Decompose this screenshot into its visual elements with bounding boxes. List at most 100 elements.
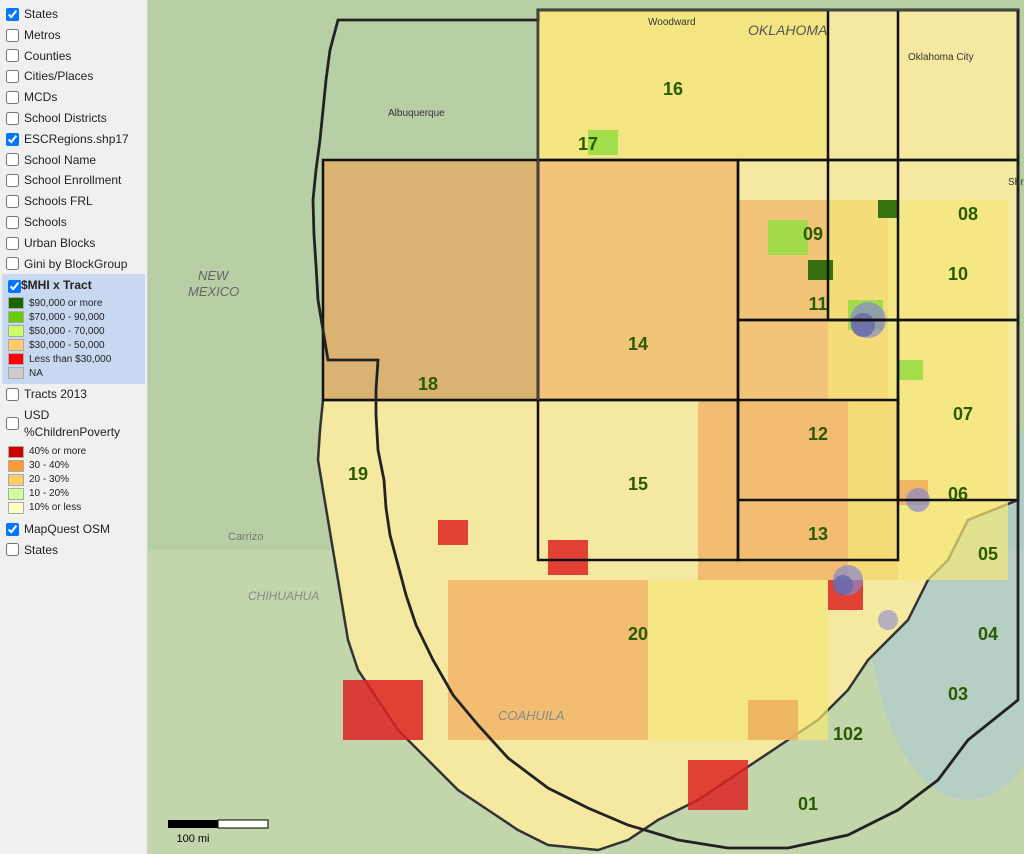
usd-color-swatch <box>8 488 24 500</box>
label-cities-places: Cities/Places <box>24 68 93 85</box>
label-urban-blocks: Urban Blocks <box>24 235 95 252</box>
legend-item-label: $90,000 or more <box>29 298 102 309</box>
checkbox-school-enrollment[interactable] <box>6 174 19 187</box>
mhi-tract-checkbox[interactable] <box>8 280 21 293</box>
usd-legend-label: 20 - 30% <box>29 474 69 485</box>
checkbox-states-top[interactable] <box>6 8 19 21</box>
checkbox-counties[interactable] <box>6 49 19 62</box>
layer-item-usd-children-poverty[interactable]: USD %ChildrenPoverty <box>2 405 145 443</box>
label-states-bottom: States <box>24 542 58 559</box>
usd-legend-label: 40% or more <box>29 446 86 457</box>
layer-item-states-bottom[interactable]: States <box>2 540 145 561</box>
layer-item-school-name[interactable]: School Name <box>2 150 145 171</box>
label-school-enrollment: School Enrollment <box>24 172 121 189</box>
checkbox-gini-blockgroup[interactable] <box>6 257 19 270</box>
label-mcds: MCDs <box>24 89 57 106</box>
label-school-districts: School Districts <box>24 110 107 127</box>
legend-item-label: NA <box>29 368 43 379</box>
svg-text:Oklahoma City: Oklahoma City <box>908 52 974 63</box>
svg-text:17: 17 <box>578 134 598 154</box>
checkbox-metros[interactable] <box>6 29 19 42</box>
legend-item-label: $30,000 - 50,000 <box>29 340 105 351</box>
layer-item-mcds[interactable]: MCDs <box>2 87 145 108</box>
mhi-legend-item: $30,000 - 50,000 <box>8 338 139 352</box>
svg-text:18: 18 <box>418 374 438 394</box>
checkbox-mapquest-osm[interactable] <box>6 523 19 536</box>
svg-text:12: 12 <box>808 424 828 444</box>
usd-legend-label: 10% or less <box>29 502 81 513</box>
svg-text:13: 13 <box>808 524 828 544</box>
usd-color-swatch <box>8 446 24 458</box>
legend-color-swatch <box>8 367 24 379</box>
legend-item-label: $70,000 - 90,000 <box>29 312 105 323</box>
svg-text:102: 102 <box>833 724 863 744</box>
layer-item-schools-frl[interactable]: Schools FRL <box>2 191 145 212</box>
checkbox-mcds[interactable] <box>6 91 19 104</box>
svg-text:CHIHUAHUA: CHIHUAHUA <box>248 589 319 603</box>
layer-item-gini-blockgroup[interactable]: Gini by BlockGroup <box>2 254 145 275</box>
legend-color-swatch <box>8 297 24 309</box>
svg-text:19: 19 <box>348 464 368 484</box>
layer-item-mapquest-osm[interactable]: MapQuest OSM <box>2 519 145 540</box>
checkbox-urban-blocks[interactable] <box>6 237 19 250</box>
svg-text:10: 10 <box>948 264 968 284</box>
layer-item-schools[interactable]: Schools <box>2 212 145 233</box>
checkbox-cities-places[interactable] <box>6 70 19 83</box>
checkbox-schools[interactable] <box>6 216 19 229</box>
checkbox-school-districts[interactable] <box>6 112 19 125</box>
layer-item-metros[interactable]: Metros <box>2 25 145 46</box>
label-usd-children-poverty: USD %ChildrenPoverty <box>24 407 141 441</box>
usd-legend-label: 10 - 20% <box>29 488 69 499</box>
legend-item-label: Less than $30,000 <box>29 354 111 365</box>
label-schools-frl: Schools FRL <box>24 193 93 210</box>
mhi-legend-item: $50,000 - 70,000 <box>8 324 139 338</box>
label-school-name: School Name <box>24 152 96 169</box>
layer-item-urban-blocks[interactable]: Urban Blocks <box>2 233 145 254</box>
svg-text:11: 11 <box>808 294 827 314</box>
label-esc-regions: ESCRegions.shp17 <box>24 131 129 148</box>
map-container: 16 17 18 15 09 11 10 08 07 12 06 05 13 0… <box>148 0 1024 854</box>
label-tracts-2013: Tracts 2013 <box>24 386 87 403</box>
checkbox-esc-regions[interactable] <box>6 133 19 146</box>
usd-legend-item: 10% or less <box>8 501 139 515</box>
svg-text:Shreveport: Shreveport <box>1008 177 1024 188</box>
legend-color-swatch <box>8 311 24 323</box>
layer-item-counties[interactable]: Counties <box>2 46 145 67</box>
layer-item-school-enrollment[interactable]: School Enrollment <box>2 170 145 191</box>
svg-text:MEXICO: MEXICO <box>188 284 239 299</box>
checkbox-school-name[interactable] <box>6 153 19 166</box>
mhi-tract-label: $MHI x Tract <box>21 278 92 292</box>
label-schools: Schools <box>24 214 67 231</box>
svg-text:100 mi: 100 mi <box>176 833 209 845</box>
svg-text:16: 16 <box>663 79 683 99</box>
checkbox-states-bottom[interactable] <box>6 543 19 556</box>
svg-text:20: 20 <box>628 624 648 644</box>
usd-color-swatch <box>8 502 24 514</box>
svg-text:09: 09 <box>803 224 823 244</box>
mhi-legend-item: $90,000 or more <box>8 296 139 310</box>
usd-color-swatch <box>8 474 24 486</box>
checkbox-usd-children-poverty[interactable] <box>6 417 19 430</box>
svg-text:03: 03 <box>948 684 968 704</box>
usd-legend: 40% or more 30 - 40% 20 - 30% 10 - 20% 10% o… <box>2 443 145 519</box>
label-metros: Metros <box>24 27 61 44</box>
usd-legend-item: 40% or more <box>8 445 139 459</box>
legend-color-swatch <box>8 339 24 351</box>
usd-legend-item: 20 - 30% <box>8 473 139 487</box>
layer-item-cities-places[interactable]: Cities/Places <box>2 66 145 87</box>
layer-item-tracts-2013[interactable]: Tracts 2013 <box>2 384 145 405</box>
layer-item-esc-regions[interactable]: ESCRegions.shp17 <box>2 129 145 150</box>
label-gini-blockgroup: Gini by BlockGroup <box>24 256 127 273</box>
svg-text:04: 04 <box>978 624 998 644</box>
checkbox-schools-frl[interactable] <box>6 195 19 208</box>
layer-item-states-top[interactable]: States <box>2 4 145 25</box>
usd-legend-item: 10 - 20% <box>8 487 139 501</box>
checkbox-tracts-2013[interactable] <box>6 388 19 401</box>
layer-item-school-districts[interactable]: School Districts <box>2 108 145 129</box>
svg-text:15: 15 <box>628 474 648 494</box>
usd-legend-label: 30 - 40% <box>29 460 69 471</box>
svg-text:Carrizo: Carrizo <box>228 531 263 543</box>
svg-text:05: 05 <box>978 544 998 564</box>
svg-text:Albuquerque: Albuquerque <box>388 108 445 119</box>
legend-color-swatch <box>8 353 24 365</box>
